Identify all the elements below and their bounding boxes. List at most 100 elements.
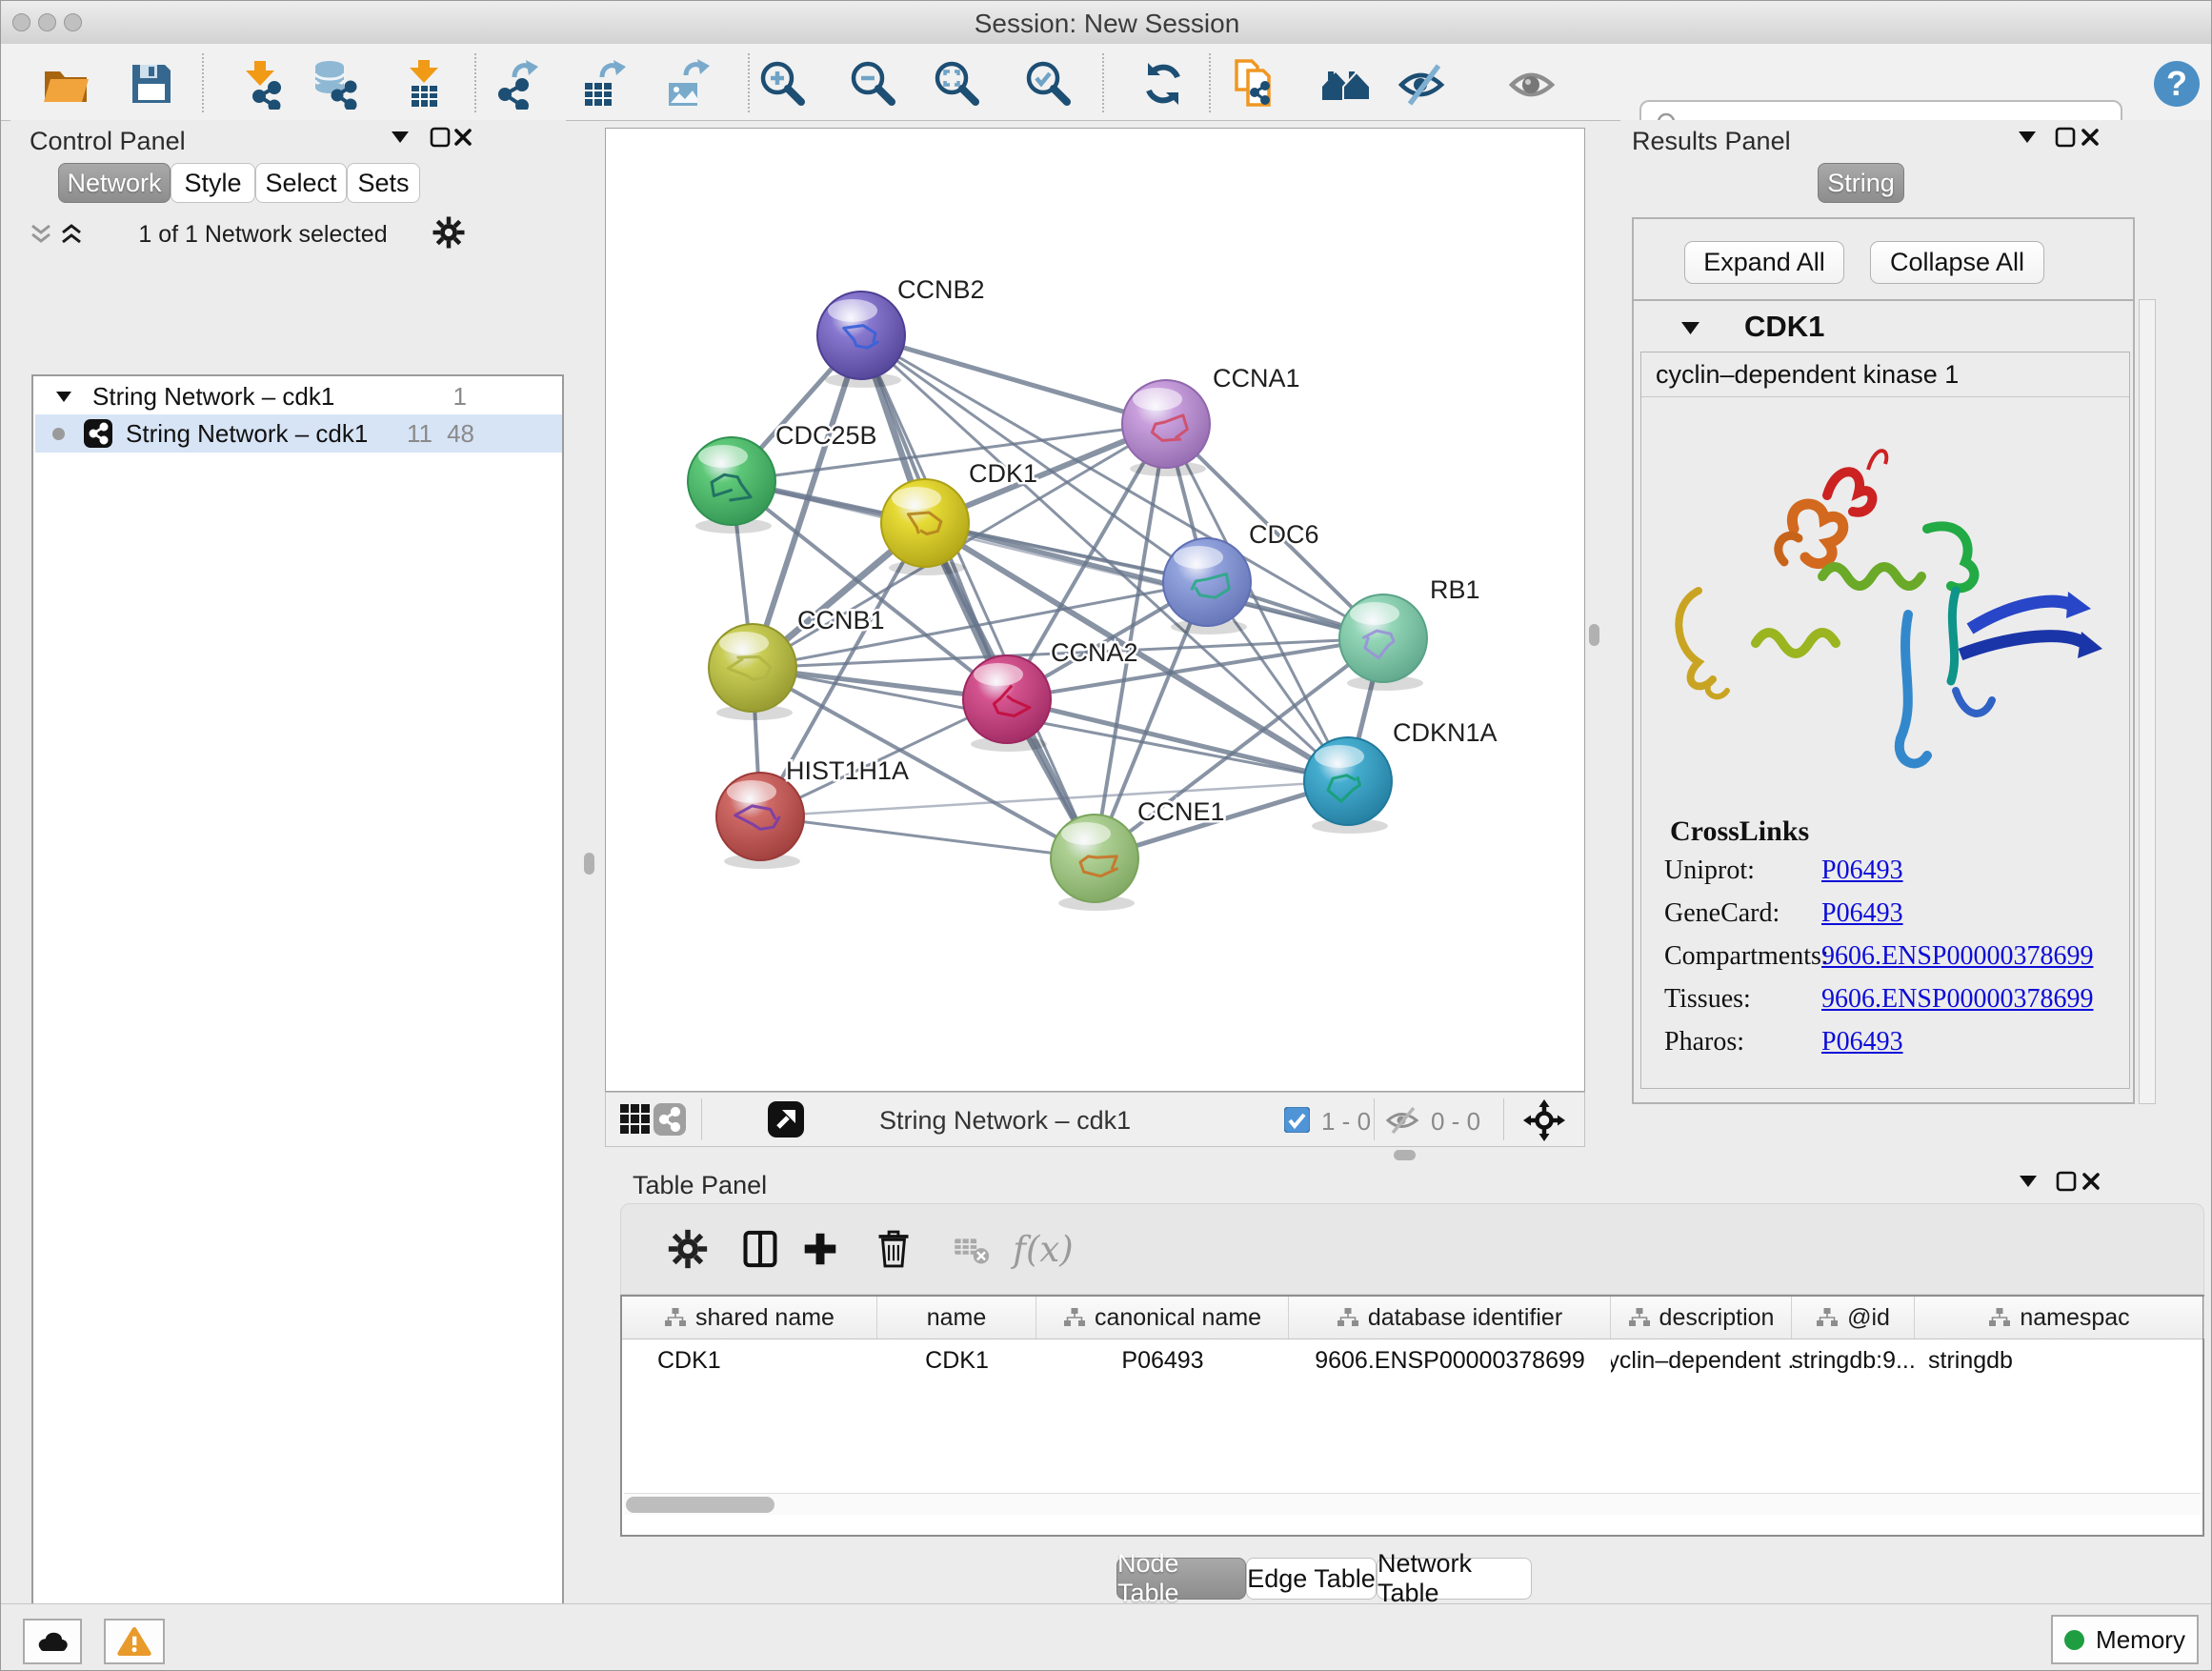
help-icon[interactable]: ? [2150, 57, 2203, 111]
close-panel-icon[interactable] [452, 127, 473, 148]
node-RB1[interactable] [1339, 594, 1427, 691]
save-session-icon[interactable] [125, 57, 178, 111]
zoom-selected-icon[interactable] [1022, 57, 1076, 111]
left-splitter-handle[interactable] [584, 853, 594, 875]
crosslink-link[interactable]: 9606.ENSP00000378699 [1821, 941, 2093, 972]
crosslink-link[interactable]: P06493 [1821, 856, 1903, 886]
cell-shared-name[interactable]: CDK1 [622, 1339, 877, 1381]
delete-column-trash-icon[interactable] [864, 1219, 923, 1278]
column-header-name[interactable]: name [877, 1297, 1036, 1339]
float-panel-icon[interactable] [2055, 127, 2076, 148]
bottom-splitter-handle[interactable] [1394, 1150, 1416, 1160]
collapse-collection-icon[interactable] [56, 392, 71, 402]
results-scrollbar[interactable] [2139, 299, 2156, 1104]
warning-status-button[interactable] [104, 1619, 165, 1664]
float-panel-menu-icon[interactable] [392, 131, 409, 143]
cell-name[interactable]: CDK1 [877, 1339, 1036, 1381]
tab-style[interactable]: Style [171, 163, 255, 203]
crosslink-link[interactable]: P06493 [1821, 1027, 1903, 1057]
zoom-out-icon[interactable] [847, 57, 900, 111]
tab-node-table[interactable]: Node Table [1116, 1558, 1246, 1600]
tab-string[interactable]: String [1818, 163, 1904, 203]
fit-selected-crosshair-icon[interactable] [1523, 1099, 1565, 1141]
memory-button[interactable]: Memory [2051, 1615, 2199, 1664]
cell-namespac[interactable]: stringdb [1915, 1339, 2204, 1381]
add-column-icon[interactable] [791, 1219, 850, 1278]
home-icon[interactable] [1319, 57, 1373, 111]
node-CCNA2[interactable] [963, 655, 1051, 752]
close-panel-icon[interactable] [2080, 127, 2101, 148]
tab-sets[interactable]: Sets [347, 163, 420, 203]
node-CCNE1[interactable] [1051, 815, 1138, 911]
node-CDK1[interactable] [881, 479, 969, 575]
expand-all-button[interactable]: Expand All [1684, 241, 1844, 284]
export-table-icon[interactable] [576, 57, 630, 111]
float-panel-menu-icon[interactable] [2020, 1176, 2037, 1187]
cell--id[interactable]: stringdb:9... [1792, 1339, 1915, 1381]
node-CDKN1A[interactable] [1304, 737, 1392, 834]
tab-select[interactable]: Select [255, 163, 347, 203]
apply-layout-icon[interactable] [1136, 57, 1190, 111]
column-header--id[interactable]: @id [1792, 1297, 1915, 1339]
float-panel-menu-icon[interactable] [2019, 131, 2036, 143]
zoom-fit-content-icon[interactable] [931, 57, 984, 111]
column-header-namespac[interactable]: namespac [1915, 1297, 2204, 1339]
cell-description[interactable]: cyclin–dependent ... [1611, 1339, 1792, 1381]
edge-CCNB2-CCNA1[interactable] [861, 335, 1166, 424]
collapse-section-icon[interactable] [1681, 322, 1699, 334]
column-header-canonical-name[interactable]: canonical name [1036, 1297, 1289, 1339]
float-panel-icon[interactable] [430, 127, 451, 148]
copy-network-icon[interactable] [1228, 57, 1281, 111]
node-HIST1H1A[interactable] [716, 773, 804, 869]
export-network-icon[interactable] [489, 57, 542, 111]
show-graphics-details-icon[interactable] [1506, 57, 1559, 111]
selected-checkbox-icon[interactable] [1284, 1107, 1310, 1133]
node-CCNA1[interactable] [1122, 380, 1210, 476]
collapse-all-button[interactable]: Collapse All [1870, 241, 2044, 284]
import-network-database-icon[interactable] [308, 57, 361, 111]
grid-view-icon[interactable] [619, 1103, 652, 1136]
node-CDC6[interactable] [1163, 538, 1251, 634]
cell-database-identifier[interactable]: 9606.ENSP00000378699 [1289, 1339, 1611, 1381]
close-panel-icon[interactable] [2081, 1171, 2101, 1192]
function-builder-fx-icon[interactable]: f(x) [1014, 1219, 1073, 1278]
birds-eye-view-icon[interactable] [768, 1101, 804, 1137]
toolbar-separator [1374, 1098, 1375, 1140]
show-columns-icon[interactable] [731, 1219, 790, 1278]
crosslink-row: Pharos:P06493 [1664, 1027, 2129, 1069]
collapse-all-networks-icon[interactable] [28, 223, 54, 246]
network-options-gear-icon[interactable] [432, 215, 466, 250]
tab-network[interactable]: Network [58, 163, 171, 203]
import-network-file-icon[interactable] [233, 57, 287, 111]
column-header-shared-name[interactable]: shared name [622, 1297, 877, 1339]
cloud-status-button[interactable] [23, 1619, 82, 1664]
delete-table-icon[interactable] [943, 1219, 1002, 1278]
tab-network-table[interactable]: Network Table [1377, 1558, 1532, 1600]
network-row-selected[interactable]: String Network – cdk1 11 48 [35, 414, 562, 453]
hide-graphics-details-icon[interactable] [1396, 57, 1449, 111]
edge-CCNA2-CDKN1A[interactable] [1007, 699, 1348, 781]
expand-all-networks-icon[interactable] [58, 223, 85, 246]
network-collection-row[interactable]: String Network – cdk1 1 [35, 378, 562, 414]
zoom-in-icon[interactable] [756, 57, 810, 111]
crosslink-link[interactable]: 9606.ENSP00000378699 [1821, 984, 2093, 1015]
scrollbar-thumb[interactable] [626, 1497, 774, 1513]
network-view-icon[interactable] [654, 1103, 686, 1136]
export-image-icon[interactable] [660, 57, 714, 111]
column-header-database-identifier[interactable]: database identifier [1289, 1297, 1611, 1339]
horizontal-scrollbar[interactable] [624, 1493, 2201, 1515]
node-CCNB1[interactable] [709, 624, 796, 720]
column-header-description[interactable]: description [1611, 1297, 1792, 1339]
open-session-icon[interactable] [39, 57, 92, 111]
window-title: Session: New Session [1, 9, 2212, 39]
cell-canonical-name[interactable]: P06493 [1036, 1339, 1289, 1381]
node-CDC25B[interactable] [688, 437, 775, 534]
right-splitter-handle[interactable] [1589, 624, 1599, 646]
table-settings-gear-icon[interactable] [658, 1219, 717, 1278]
crosslink-link[interactable]: P06493 [1821, 898, 1903, 929]
import-table-file-icon[interactable] [397, 57, 451, 111]
edge-HIST1H1A-CCNE1[interactable] [760, 816, 1095, 858]
node-label-HIST1H1A: HIST1H1A [786, 756, 909, 785]
float-panel-icon[interactable] [2056, 1171, 2077, 1192]
tab-edge-table[interactable]: Edge Table [1246, 1558, 1377, 1600]
